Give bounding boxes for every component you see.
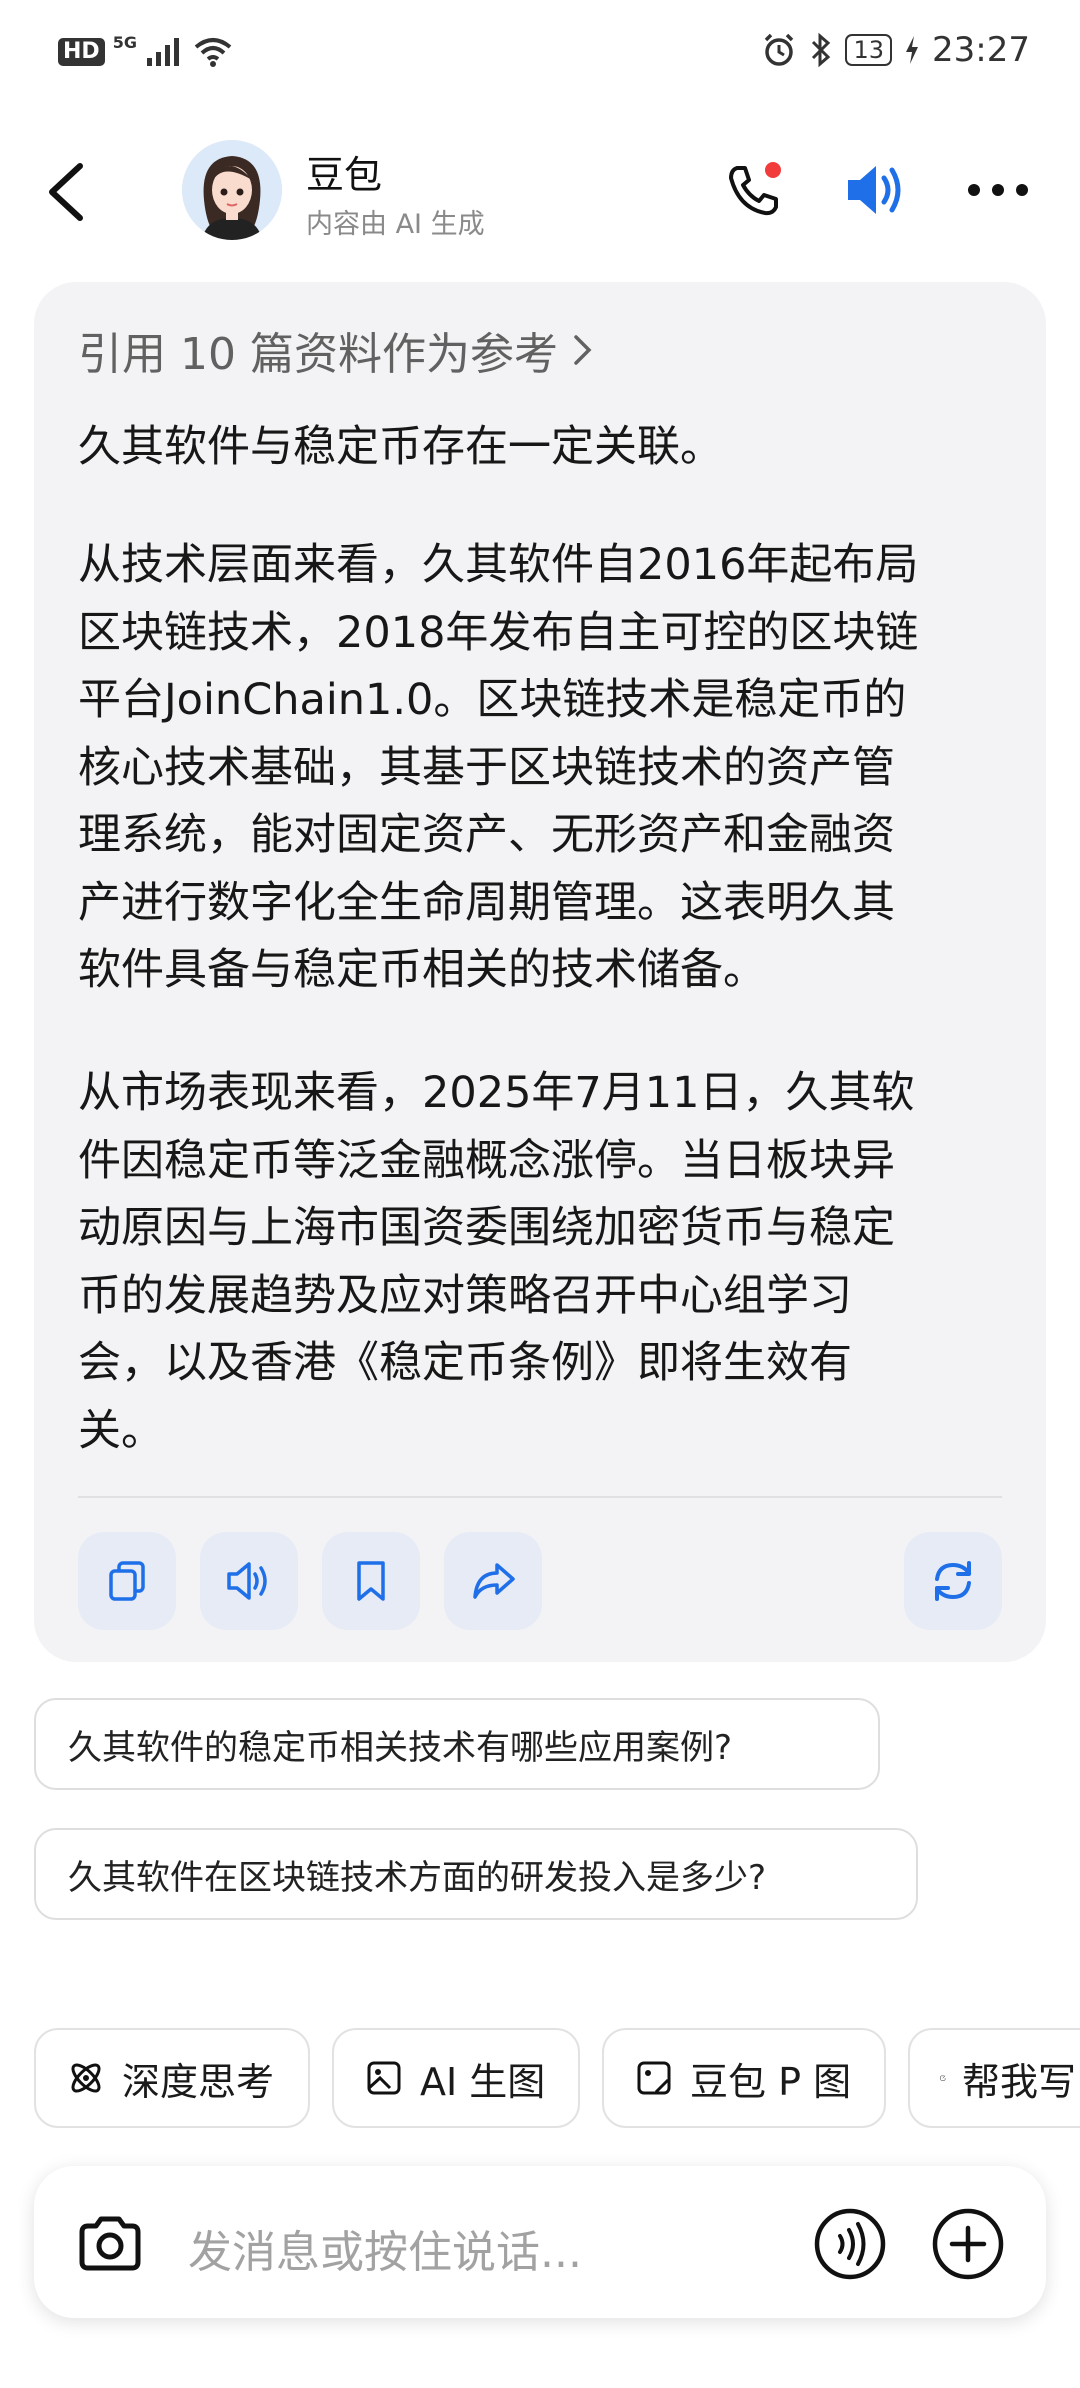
- answer-line: 平台JoinChain1.0。区块链技术是稳定币的: [78, 675, 907, 725]
- wifi-icon: [194, 38, 232, 67]
- clock: 23:27: [932, 30, 1030, 70]
- notification-dot: [765, 162, 781, 178]
- share-icon: [473, 1563, 515, 1599]
- tool-ai-image[interactable]: AI 生图: [332, 2028, 580, 2128]
- voice-toggle[interactable]: [838, 158, 912, 222]
- tool-label: 豆包 P 图: [690, 2059, 852, 2104]
- answer-paragraph: 久其软件与稳定币存在一定关联。: [78, 414, 998, 482]
- answer-line: 从技术层面来看，久其软件自2016年起布局: [78, 540, 919, 590]
- answer-line: 产进行数字化全生命周期管理。这表明久其: [78, 877, 895, 928]
- bluetooth-icon: [812, 32, 831, 68]
- voice-wave-icon: [814, 2208, 886, 2280]
- charging-icon: [906, 36, 919, 64]
- avatar-illustration: [182, 140, 282, 240]
- chevron-right-icon: [574, 335, 592, 365]
- answer-line: 核心技术基础，其基于区块链技术的资产管: [78, 742, 895, 793]
- signal-icon: [146, 38, 179, 66]
- status-right: 13 23:27: [761, 30, 1030, 70]
- chat-name: 豆包: [306, 153, 383, 197]
- reference-link[interactable]: 引用 10 篇资料作为参考: [78, 318, 594, 382]
- tool-deep-think[interactable]: 深度思考: [34, 2028, 310, 2128]
- photo-edit-icon: [637, 2061, 671, 2095]
- copy-icon: [109, 1561, 145, 1601]
- tool-label: AI 生图: [420, 2059, 546, 2104]
- tool-label: 帮我写: [961, 2059, 1076, 2104]
- tool-photo-edit[interactable]: 豆包 P 图: [602, 2028, 886, 2128]
- deep-think-icon: [71, 2063, 101, 2093]
- camera-button[interactable]: [74, 2208, 146, 2280]
- answer-line: 件因稳定币等泛金融概念涨停。当日板块异: [78, 1135, 895, 1186]
- bookmark-button[interactable]: [322, 1532, 420, 1630]
- speaker-icon: [848, 166, 901, 214]
- answer-line: 币的发展趋势及应对策略召开中心组学习: [78, 1270, 852, 1321]
- answer-line: 软件具备与稳定币相关的技术储备。: [78, 945, 766, 995]
- card-divider: [78, 1496, 1002, 1498]
- more-icon: [968, 184, 1028, 196]
- answer-line: 理系统，能对固定资产、无形资产和金融资: [78, 810, 895, 860]
- status-left: HD 5G: [58, 32, 233, 68]
- answer-paragraph: 从市场表现来看，2025年7月11日，久其软 件因稳定币等泛金融概念涨停。当日板…: [78, 1060, 998, 1465]
- ai-generated-notice: 内容由 AI 生成: [306, 209, 485, 240]
- answer-line: 从市场表现来看，2025年7月11日，久其软: [78, 1068, 915, 1118]
- voice-input-button[interactable]: [812, 2206, 888, 2282]
- answer-line: 关。: [78, 1405, 164, 1456]
- suggestion-chip[interactable]: 久其软件在区块链技术方面的研发投入是多少?: [34, 1828, 918, 1920]
- answer-line: 会，以及香港《稳定币条例》即将生效有: [78, 1338, 852, 1388]
- answer-paragraph: 从技术层面来看，久其软件自2016年起布局 区块链技术，2018年发布自主可控的…: [78, 532, 998, 1005]
- reference-label: 引用 10 篇资料作为参考: [78, 329, 558, 380]
- read-aloud-icon: [227, 1562, 267, 1600]
- suggestion-chip[interactable]: 久其软件的稳定币相关技术有哪些应用案例?: [34, 1698, 880, 1790]
- read-aloud-button[interactable]: [200, 1532, 298, 1630]
- answer-line: 区块链技术，2018年发布自主可控的区块链: [78, 607, 919, 658]
- write-icon: [940, 2075, 946, 2081]
- tool-write[interactable]: 帮我写: [908, 2028, 1080, 2128]
- answer-line: 动原因与上海市国资委围绕加密货币与稳定: [78, 1203, 895, 1253]
- bookmark-icon: [357, 1561, 385, 1601]
- share-button[interactable]: [444, 1532, 542, 1630]
- call-button[interactable]: [718, 158, 788, 222]
- answer-line: 久其软件与稳定币存在一定关联。: [78, 422, 723, 472]
- tool-label: 深度思考: [122, 2059, 275, 2104]
- camera-icon: [79, 2216, 141, 2271]
- back-icon[interactable]: [44, 160, 88, 224]
- copy-button[interactable]: [78, 1532, 176, 1630]
- hd-badge: HD: [58, 38, 105, 66]
- regenerate-button[interactable]: [904, 1532, 1002, 1630]
- phone-icon: [729, 162, 781, 216]
- suggestion-text: 久其软件的稳定币相关技术有哪些应用案例?: [68, 1727, 733, 1768]
- alarm-icon: [765, 33, 794, 66]
- status-bar: HD 5G 13 23:27: [0, 0, 1080, 110]
- message-input[interactable]: 发消息或按住说话...: [188, 2216, 582, 2280]
- plus-icon: [932, 2208, 1004, 2280]
- suggestion-text: 久其软件在区块链技术方面的研发投入是多少?: [68, 1857, 767, 1898]
- network-label: 5G: [112, 32, 137, 52]
- regenerate-icon: [935, 1561, 971, 1601]
- avatar[interactable]: [182, 140, 282, 240]
- more-button[interactable]: [966, 158, 1030, 222]
- battery-level: 13: [845, 34, 893, 66]
- image-gen-icon: [367, 2061, 401, 2095]
- add-button[interactable]: [930, 2206, 1006, 2282]
